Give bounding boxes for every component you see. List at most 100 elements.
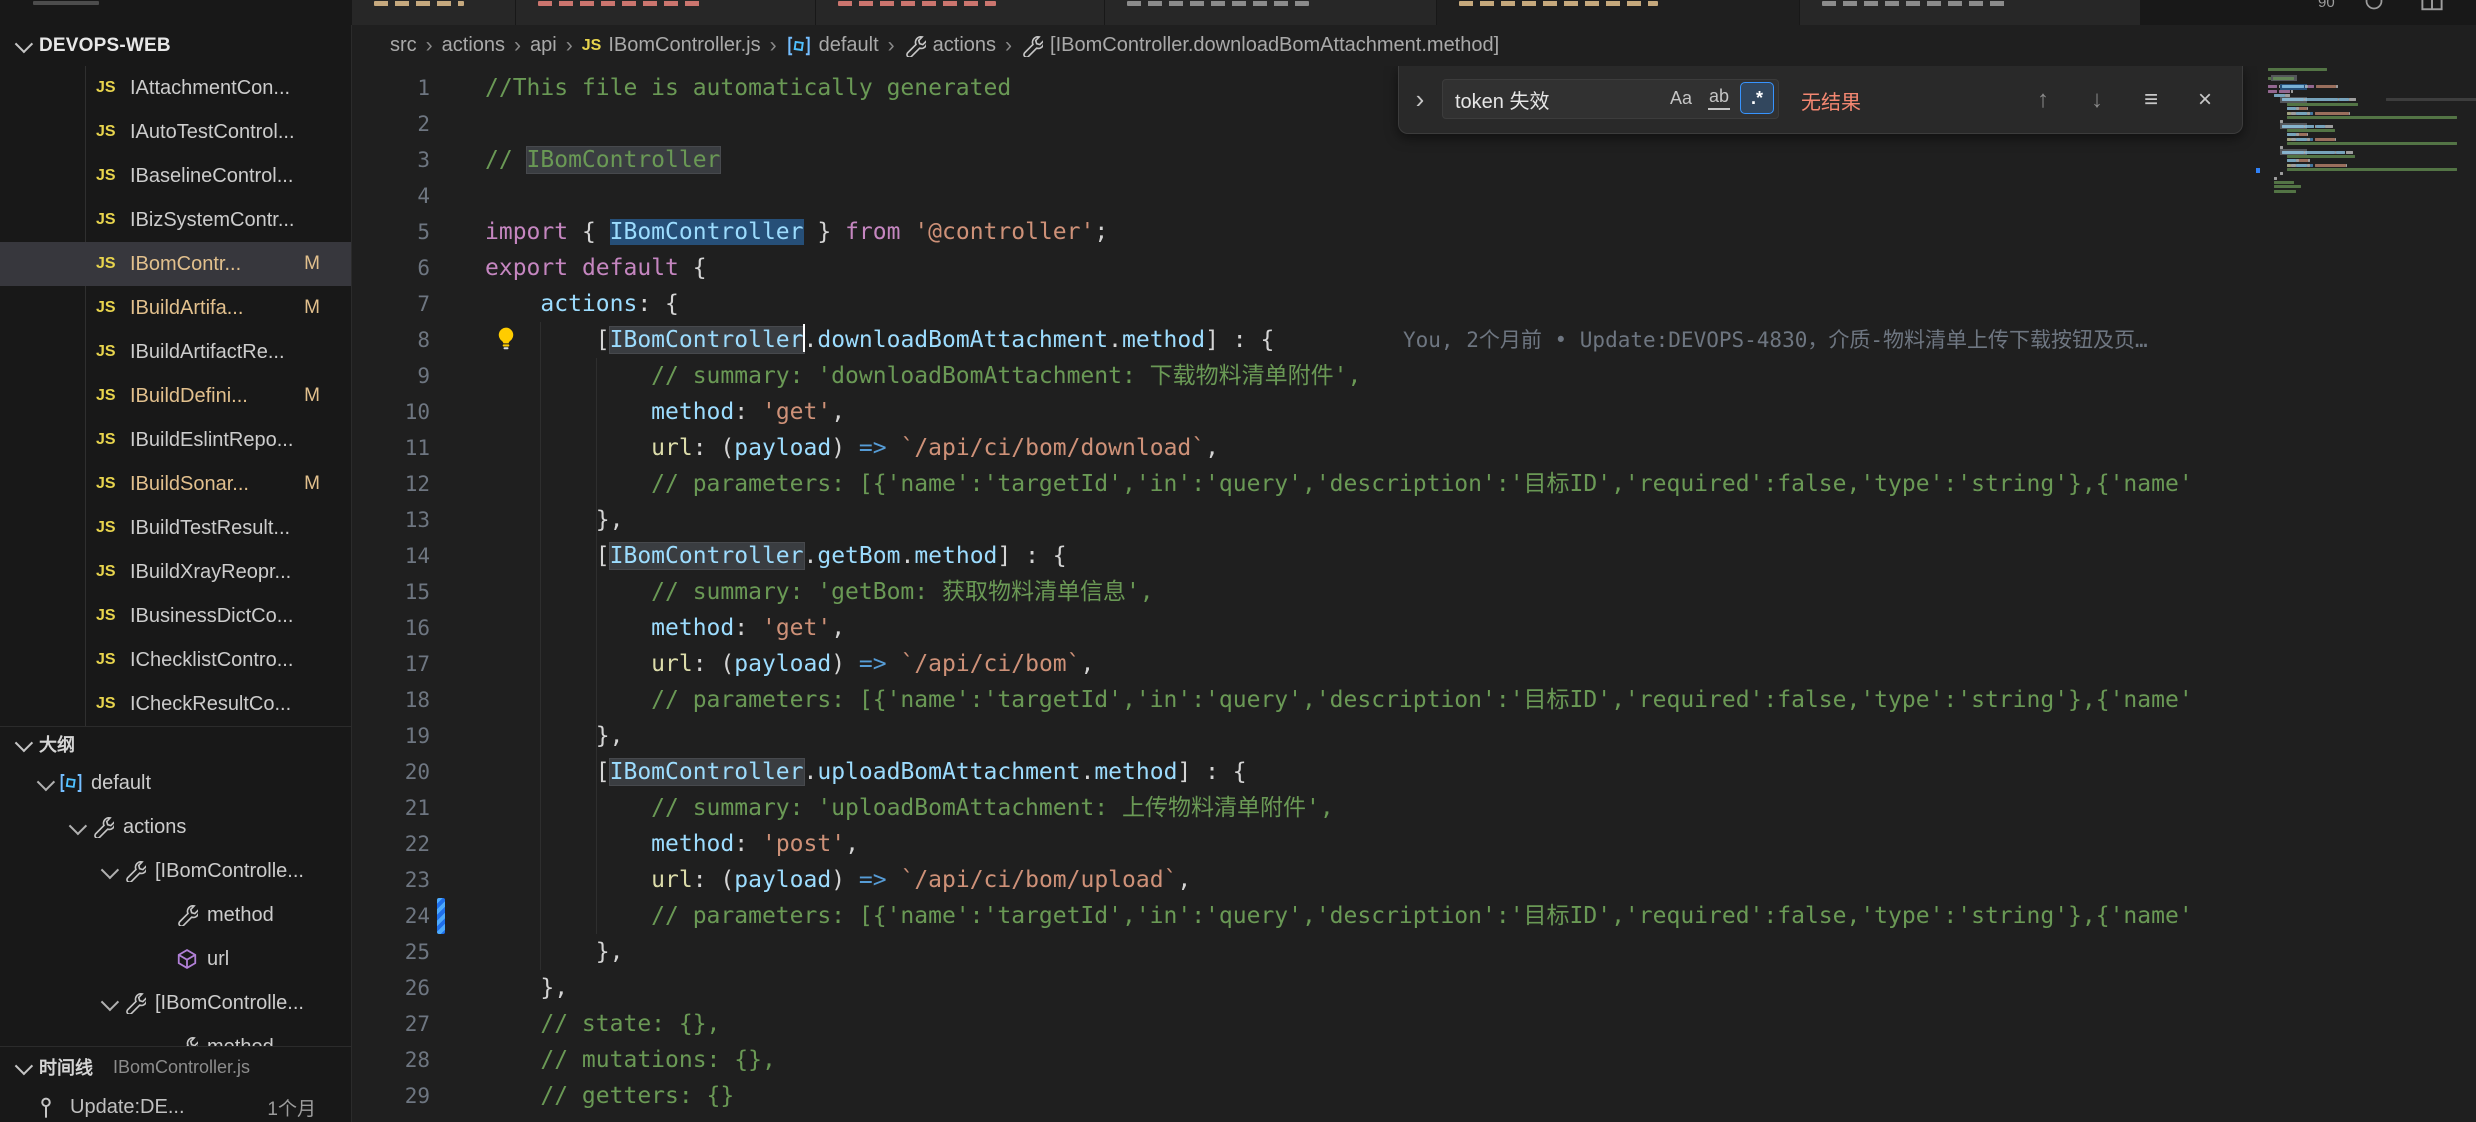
code-line[interactable]: 15 // summary: 'getBom: 获取物料清单信息', [353, 574, 2476, 610]
previous-match-button[interactable]: ↑ [2029, 86, 2057, 114]
line-number[interactable]: 3 [353, 142, 430, 178]
line-number[interactable]: 13 [353, 502, 430, 538]
line-number[interactable]: 8 [353, 322, 430, 358]
editor-tab[interactable] [352, 0, 515, 25]
code-line[interactable]: 3// IBomController [353, 142, 2476, 178]
code-line[interactable]: 9 // summary: 'downloadBomAttachment: 下载… [353, 358, 2476, 394]
line-number[interactable]: 2 [353, 106, 430, 142]
breadcrumb-item[interactable]: [IBomController.downloadBomAttachment.me… [1021, 34, 1499, 57]
find-in-selection-button[interactable]: ≡ [2137, 86, 2165, 114]
breadcrumb-item[interactable]: src [390, 34, 417, 57]
code-line[interactable]: 6export default { [353, 250, 2476, 286]
explorer-section-header[interactable]: DEVOPS-WEB [0, 25, 351, 66]
file-row[interactable]: JSIAttachmentCon... [0, 66, 352, 110]
code-line[interactable]: 25 }, [353, 934, 2476, 970]
line-number[interactable]: 25 [353, 934, 430, 970]
code-line[interactable]: 24 // parameters: [{'name':'targetId','i… [353, 898, 2476, 934]
outline-section-header[interactable]: 大纲 [0, 727, 352, 761]
line-number[interactable]: 26 [353, 970, 430, 1006]
editor-tab[interactable] [1437, 0, 1799, 25]
find-option-regex[interactable]: .* [1740, 82, 1774, 114]
code-line[interactable]: 5import { IBomController } from '@contro… [353, 214, 2476, 250]
split-editor-icon[interactable] [2421, 0, 2443, 16]
line-number[interactable]: 5 [353, 214, 430, 250]
outline-item[interactable]: default [0, 761, 352, 805]
code-editor[interactable]: 1//This file is automatically generated2… [353, 66, 2476, 1122]
history-icon[interactable] [2364, 0, 2384, 16]
outline-item[interactable]: [IBomControlle... [0, 849, 352, 893]
code-line[interactable]: 14 [IBomController.getBom.method] : { [353, 538, 2476, 574]
line-number[interactable]: 24 [353, 898, 430, 934]
line-number[interactable]: 20 [353, 754, 430, 790]
code-line[interactable]: 10 method: 'get', [353, 394, 2476, 430]
file-row[interactable]: JSICheckResultCo... [0, 682, 352, 726]
file-row[interactable]: JSIBaselineControl... [0, 154, 352, 198]
file-row[interactable]: JSIAutoTestControl... [0, 110, 352, 154]
file-row[interactable]: JSIBusinessDictCo... [0, 594, 352, 638]
outline-item[interactable]: actions [0, 805, 352, 849]
code-line[interactable]: 13 }, [353, 502, 2476, 538]
code-line[interactable]: 28 // mutations: {}, [353, 1042, 2476, 1078]
code-line[interactable]: 23 url: (payload) => `/api/ci/bom/upload… [353, 862, 2476, 898]
find-option-whole-word[interactable]: ab [1702, 82, 1736, 114]
line-number[interactable]: 17 [353, 646, 430, 682]
file-row[interactable]: JSIBuildDefini...M [0, 374, 352, 418]
line-number[interactable]: 6 [353, 250, 430, 286]
editor-tab[interactable] [516, 0, 815, 25]
line-number[interactable]: 16 [353, 610, 430, 646]
code-line[interactable]: 27 // state: {}, [353, 1006, 2476, 1042]
breadcrumb-item[interactable]: api [530, 34, 557, 57]
close-button[interactable]: × [2191, 86, 2219, 114]
line-number[interactable]: 19 [353, 718, 430, 754]
outline-item[interactable]: [IBomControlle... [0, 981, 352, 1025]
breadcrumb-item[interactable]: actions [442, 34, 505, 57]
line-number[interactable]: 9 [353, 358, 430, 394]
code-line[interactable]: 17 url: (payload) => `/api/ci/bom`, [353, 646, 2476, 682]
file-row[interactable]: JSIBuildXrayReopr... [0, 550, 352, 594]
line-number[interactable]: 21 [353, 790, 430, 826]
line-number[interactable]: 29 [353, 1078, 430, 1114]
code-line[interactable]: 11 url: (payload) => `/api/ci/bom/downlo… [353, 430, 2476, 466]
editor-tab[interactable] [816, 0, 1104, 25]
breadcrumb-item[interactable]: default [786, 34, 879, 57]
file-row[interactable]: JSIBuildEslintRepo... [0, 418, 352, 462]
line-number[interactable]: 10 [353, 394, 430, 430]
code-line[interactable]: 19 }, [353, 718, 2476, 754]
line-number[interactable]: 1 [353, 70, 430, 106]
code-line[interactable]: 18 // parameters: [{'name':'targetId','i… [353, 682, 2476, 718]
minimap[interactable] [2256, 66, 2476, 1122]
code-line[interactable]: 7 actions: { [353, 286, 2476, 322]
file-row[interactable]: JSIBuildTestResult... [0, 506, 352, 550]
breadcrumb-item[interactable]: JSIBomController.js [582, 34, 761, 57]
timeline-entry[interactable]: Update:DE...1个月 [0, 1087, 352, 1122]
outline-item[interactable]: url [0, 937, 352, 981]
find-input[interactable]: token 失效 Aaab.* [1442, 79, 1779, 119]
line-number[interactable]: 28 [353, 1042, 430, 1078]
code-line[interactable]: 21 // summary: 'uploadBomAttachment: 上传物… [353, 790, 2476, 826]
line-number[interactable]: 12 [353, 466, 430, 502]
file-row[interactable]: JSIBomContr...M [0, 242, 352, 286]
timeline-section-header[interactable]: 时间线 IBomController.js [0, 1047, 352, 1087]
code-line[interactable]: 8 [IBomController.downloadBomAttachment.… [353, 322, 2476, 358]
line-number[interactable]: 23 [353, 862, 430, 898]
file-row[interactable]: JSIChecklistContro... [0, 638, 352, 682]
code-line[interactable]: 12 // parameters: [{'name':'targetId','i… [353, 466, 2476, 502]
file-row[interactable]: JSIBizSystemContr... [0, 198, 352, 242]
line-number[interactable]: 27 [353, 1006, 430, 1042]
outline-item[interactable]: method [0, 893, 352, 937]
code-line[interactable]: 22 method: 'post', [353, 826, 2476, 862]
code-line[interactable]: 20 [IBomController.uploadBomAttachment.m… [353, 754, 2476, 790]
line-number[interactable]: 22 [353, 826, 430, 862]
line-number[interactable]: 4 [353, 178, 430, 214]
next-match-button[interactable]: ↓ [2083, 86, 2111, 114]
editor-tab[interactable] [1800, 0, 2140, 25]
code-line[interactable]: 26 }, [353, 970, 2476, 1006]
find-option-match-case[interactable]: Aa [1664, 82, 1698, 114]
line-number[interactable]: 11 [353, 430, 430, 466]
file-row[interactable]: JSIBuildSonar...M [0, 462, 352, 506]
code-line[interactable]: 16 method: 'get', [353, 610, 2476, 646]
file-row[interactable]: JSIBuildArtifa...M [0, 286, 352, 330]
breadcrumb-item[interactable]: actions [904, 34, 996, 57]
line-number[interactable]: 14 [353, 538, 430, 574]
line-number[interactable]: 18 [353, 682, 430, 718]
